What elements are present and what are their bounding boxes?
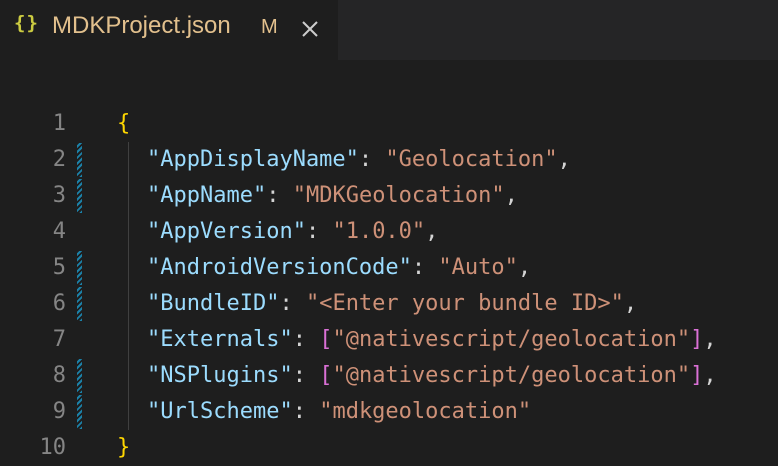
colon: : (411, 255, 439, 280)
code-text: "AppName": "MDKGeolocation", (147, 178, 518, 214)
code-line: 10 } (0, 430, 778, 466)
line-number: 3 (52, 183, 66, 208)
colon: : (305, 219, 333, 244)
json-value: "Geolocation" (385, 147, 558, 172)
comma: , (623, 291, 638, 316)
json-value: "@nativescript/geolocation" (332, 363, 691, 388)
modified-line-indicator (77, 287, 82, 321)
json-key: "UrlScheme" (147, 399, 293, 424)
indent-guide (128, 178, 129, 214)
line-number: 6 (52, 291, 66, 316)
close-icon[interactable] (295, 14, 325, 44)
code-line: 7 "Externals": ["@nativescript/geolocati… (0, 322, 778, 358)
code-text: "BundleID": "<Enter your bundle ID>", (147, 286, 637, 322)
indent-guide (128, 322, 129, 358)
colon: : (279, 291, 306, 316)
tab-mdkproject-json[interactable]: {} MDKProject.json M (0, 0, 338, 60)
indent-guide (128, 142, 129, 178)
tab-title: MDKProject.json (52, 12, 231, 39)
modified-line-indicator (77, 143, 82, 177)
comma: , (504, 183, 518, 208)
modified-line-indicator (77, 395, 82, 429)
json-key: "NSPlugins" (147, 363, 293, 388)
code-line: 9 "UrlScheme": "mdkgeolocation" (0, 394, 778, 430)
json-key: "AppDisplayName" (147, 147, 359, 172)
code-text: "AppVersion": "1.0.0", (147, 214, 438, 250)
code-text: "AppDisplayName": "Geolocation", (147, 142, 571, 178)
close-brace: } (117, 435, 131, 460)
comma: , (557, 147, 571, 172)
json-key: "BundleID" (147, 291, 280, 316)
comma: , (703, 327, 717, 352)
code-text: { (117, 106, 130, 142)
code-line: 1 { (0, 106, 778, 142)
modified-line-indicator (77, 179, 82, 213)
code-line: 2 "AppDisplayName": "Geolocation", (0, 142, 778, 178)
line-number: 8 (52, 363, 66, 388)
colon: : (292, 363, 320, 388)
json-value: "Auto" (438, 255, 518, 280)
code-line: 3 "AppName": "MDKGeolocation", (0, 178, 778, 214)
code-text: "Externals": ["@nativescript/geolocation… (147, 322, 717, 358)
colon: : (266, 183, 293, 208)
json-file-icon: {} (14, 12, 39, 34)
code-text: "AndroidVersionCode": "Auto", (147, 250, 531, 286)
comma: , (703, 363, 717, 388)
line-number: 9 (52, 399, 66, 424)
indent-guide (128, 250, 129, 286)
code-line: 6 "BundleID": "<Enter your bundle ID>", (0, 286, 778, 322)
comma: , (425, 219, 439, 244)
colon: : (358, 147, 386, 172)
open-bracket: [ (319, 327, 333, 352)
code-text: "UrlScheme": "mdkgeolocation" (147, 394, 531, 430)
code-text: } (117, 430, 130, 466)
indent-guide (128, 358, 129, 394)
close-bracket: ] (690, 327, 704, 352)
open-brace: { (117, 111, 131, 136)
editor-window: {} MDKProject.json M 1 { 2 "AppDisplayNa… (0, 0, 778, 466)
colon: : (292, 399, 320, 424)
json-value: "1.0.0" (332, 219, 426, 244)
modified-line-indicator (77, 251, 82, 285)
json-key: "AndroidVersionCode" (147, 255, 412, 280)
line-number: 5 (52, 255, 66, 280)
comma: , (517, 255, 532, 280)
colon: : (292, 327, 320, 352)
modified-status-badge: M (261, 16, 278, 38)
json-value: "<Enter your bundle ID>" (305, 291, 624, 316)
json-value: "mdkgeolocation" (319, 399, 532, 424)
indent-guide (128, 286, 129, 322)
code-editor[interactable]: 1 { 2 "AppDisplayName": "Geolocation", 3… (0, 60, 778, 466)
line-number: 7 (52, 327, 66, 352)
code-line: 4 "AppVersion": "1.0.0", (0, 214, 778, 250)
json-key: "Externals" (147, 327, 293, 352)
json-value: "MDKGeolocation" (292, 183, 505, 208)
line-number: 2 (52, 147, 66, 172)
code-text: "NSPlugins": ["@nativescript/geolocation… (147, 358, 717, 394)
indent-guide (128, 394, 129, 430)
close-bracket: ] (690, 363, 704, 388)
json-key: "AppVersion" (147, 219, 306, 244)
indent-guide (128, 214, 129, 250)
modified-line-indicator (77, 359, 82, 393)
code-line: 5 "AndroidVersionCode": "Auto", (0, 250, 778, 286)
open-bracket: [ (319, 363, 333, 388)
json-key: "AppName" (147, 183, 267, 208)
tab-bar: {} MDKProject.json M (0, 0, 778, 60)
line-number: 10 (39, 435, 67, 460)
json-value: "@nativescript/geolocation" (332, 327, 691, 352)
line-number: 4 (52, 219, 66, 244)
line-number: 1 (52, 111, 66, 136)
code-line: 8 "NSPlugins": ["@nativescript/geolocati… (0, 358, 778, 394)
